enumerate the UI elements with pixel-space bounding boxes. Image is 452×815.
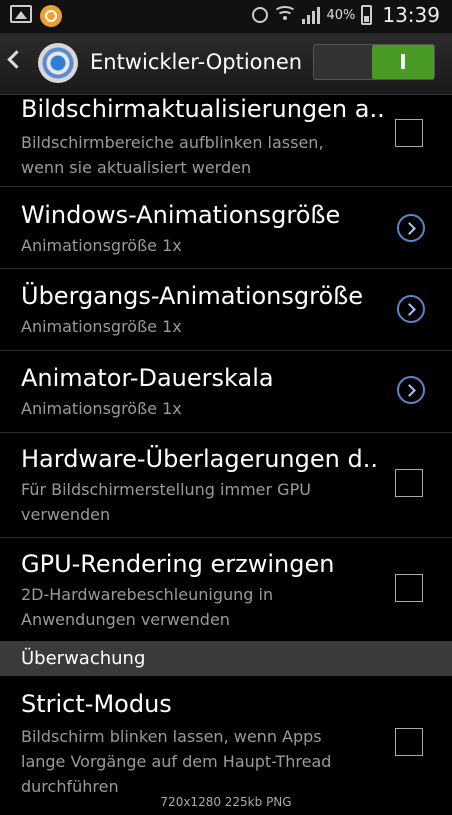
setting-title: GPU-Rendering erzwingen (21, 550, 335, 578)
setting-summary: Animationsgröße 1x (21, 396, 182, 421)
setting-show-screen-updates[interactable]: Bildschirmaktualisierungen a.. Bildschir… (0, 95, 452, 187)
settings-gear-icon[interactable] (38, 43, 78, 83)
setting-window-animation-scale[interactable]: Windows-Animationsgröße Animationsgröße … (0, 187, 452, 269)
setting-summary: 2D-Hardwarebeschleunigung in Anwendungen… (21, 582, 273, 632)
developer-options-toggle[interactable]: I (313, 44, 435, 80)
summary-line: Animationsgröße 1x (21, 399, 182, 418)
gallery-notification-icon (10, 5, 32, 23)
setting-title: Bildschirmaktualisierungen a.. (21, 95, 385, 123)
action-bar: Entwickler-Optionen I (0, 34, 452, 95)
setting-transition-animation-scale[interactable]: Übergangs-Animationsgröße Animationsgröß… (0, 269, 452, 351)
toggle-label: I (399, 50, 407, 74)
summary-line: Bildschirmbereiche aufblinken lassen, (21, 133, 324, 152)
chevron-right-icon[interactable] (397, 214, 425, 242)
summary-line: lange Vorgänge auf dem Haupt-Thread (21, 752, 332, 771)
setting-title: Strict-Modus (21, 690, 172, 718)
summary-line: verwenden (21, 505, 111, 524)
wifi-icon (273, 6, 298, 24)
image-caption: 720x1280 225kb PNG (160, 795, 292, 809)
summary-line: Bildschirm blinken lassen, wenn Apps (21, 727, 322, 746)
setting-summary: Animationsgröße 1x (21, 314, 182, 339)
setting-title: Animator-Dauerskala (21, 364, 274, 392)
alarm-icon (252, 7, 269, 23)
strict-mode-checkbox[interactable] (395, 728, 423, 756)
show-screen-updates-checkbox[interactable] (395, 119, 423, 147)
setting-summary: Bildschirmbereiche aufblinken lassen, we… (21, 130, 324, 180)
back-icon[interactable] (7, 50, 26, 69)
battery-icon (361, 5, 373, 25)
summary-line: Anwendungen verwenden (21, 610, 230, 629)
chevron-right-icon[interactable] (397, 295, 425, 323)
setting-title: Windows-Animationsgröße (21, 201, 341, 229)
setting-summary: Für Bildschirmerstellung immer GPU verwe… (21, 477, 311, 527)
summary-line: 2D-Hardwarebeschleunigung in (21, 585, 274, 604)
summary-line: Animationsgröße 1x (21, 236, 182, 255)
status-bar: 40% 13:39 (0, 0, 452, 34)
setting-title: Hardware-Überlagerungen d.. (21, 445, 378, 473)
page-title: Entwickler-Optionen (90, 50, 303, 74)
summary-line: wenn sie aktualisiert werden (21, 158, 252, 177)
setting-disable-hw-overlays[interactable]: Hardware-Überlagerungen d.. Für Bildschi… (0, 433, 452, 538)
section-header-monitoring: Überwachung (0, 641, 452, 676)
summary-line: Animationsgröße 1x (21, 317, 182, 336)
section-label: Überwachung (21, 648, 146, 669)
setting-animator-duration-scale[interactable]: Animator-Dauerskala Animationsgröße 1x (0, 351, 452, 433)
setting-title: Übergangs-Animationsgröße (21, 282, 364, 310)
chevron-right-icon[interactable] (397, 376, 425, 404)
battery-percent: 40% (326, 7, 356, 23)
toggle-on-thumb: I (372, 45, 434, 79)
signal-icon (302, 6, 321, 24)
force-gpu-rendering-checkbox[interactable] (395, 574, 423, 602)
setting-force-gpu-rendering[interactable]: GPU-Rendering erzwingen 2D-Hardwarebesch… (0, 538, 452, 642)
app-notification-icon (40, 5, 62, 27)
setting-summary: Animationsgröße 1x (21, 233, 182, 258)
summary-line: Für Bildschirmerstellung immer GPU (21, 480, 311, 499)
setting-summary: Bildschirm blinken lassen, wenn Apps lan… (21, 724, 331, 799)
clock: 13:39 (382, 3, 440, 27)
disable-hw-overlays-checkbox[interactable] (395, 469, 423, 497)
